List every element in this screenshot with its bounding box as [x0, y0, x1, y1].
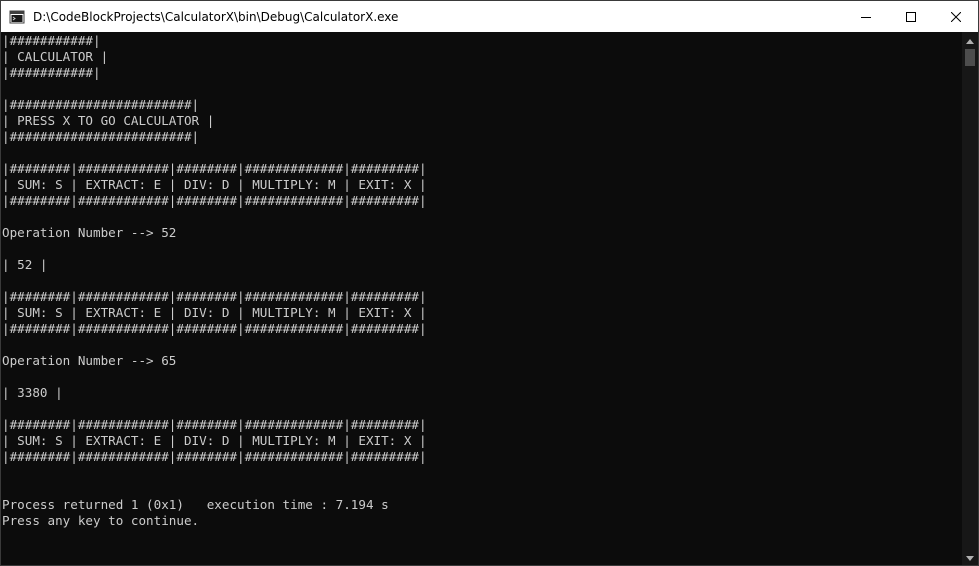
console-line: | SUM: S | EXTRACT: E | DIV: D | MULTIPL… — [2, 433, 427, 448]
window-controls — [843, 1, 978, 32]
minimize-icon — [860, 12, 871, 22]
console-line: | SUM: S | EXTRACT: E | DIV: D | MULTIPL… — [2, 177, 427, 192]
console-window: D:\CodeBlockProjects\CalculatorX\bin\Deb… — [0, 0, 979, 566]
console-line: Operation Number --> 65 — [2, 353, 177, 368]
window-title: D:\CodeBlockProjects\CalculatorX\bin\Deb… — [33, 9, 399, 24]
console-line: |###########| — [2, 33, 101, 48]
console-line: |########|############|########|########… — [2, 161, 427, 176]
console-line: |########|############|########|########… — [2, 449, 427, 464]
console-line: |########|############|########|########… — [2, 321, 427, 336]
scroll-down-arrow-icon — [966, 548, 974, 565]
console-line: | 52 | — [2, 257, 48, 272]
console-line: |########################| — [2, 129, 200, 144]
console-line: |########|############|########|########… — [2, 193, 427, 208]
title-bar[interactable]: D:\CodeBlockProjects\CalculatorX\bin\Deb… — [1, 1, 978, 32]
vertical-scrollbar[interactable] — [962, 32, 978, 565]
scrollbar-thumb[interactable] — [965, 49, 975, 66]
scroll-down-button[interactable] — [962, 549, 978, 565]
minimize-button[interactable] — [843, 1, 888, 32]
console-line: |###########| — [2, 65, 101, 80]
console-line: Operation Number --> 52 — [2, 225, 177, 240]
maximize-button[interactable] — [888, 1, 933, 32]
console-line: Process returned 1 (0x1) execution time … — [2, 497, 389, 512]
console-line: |########################| — [2, 97, 200, 112]
console-line: Press any key to continue. — [2, 513, 200, 528]
console-line: |########|############|########|########… — [2, 289, 427, 304]
maximize-icon — [905, 11, 916, 22]
console-line: | SUM: S | EXTRACT: E | DIV: D | MULTIPL… — [2, 305, 427, 320]
console-line: |########|############|########|########… — [2, 417, 427, 432]
scroll-up-button[interactable] — [962, 32, 978, 48]
console-app-icon — [9, 9, 25, 25]
console-line: | PRESS X TO GO CALCULATOR | — [2, 113, 215, 128]
close-icon — [950, 11, 961, 22]
console-line: | CALCULATOR | — [2, 49, 109, 64]
console-line: | 3380 | — [2, 385, 63, 400]
console-output[interactable]: |###########| | CALCULATOR | |###########|… — [1, 32, 962, 565]
close-button[interactable] — [933, 1, 978, 32]
scroll-up-arrow-icon — [966, 31, 974, 49]
